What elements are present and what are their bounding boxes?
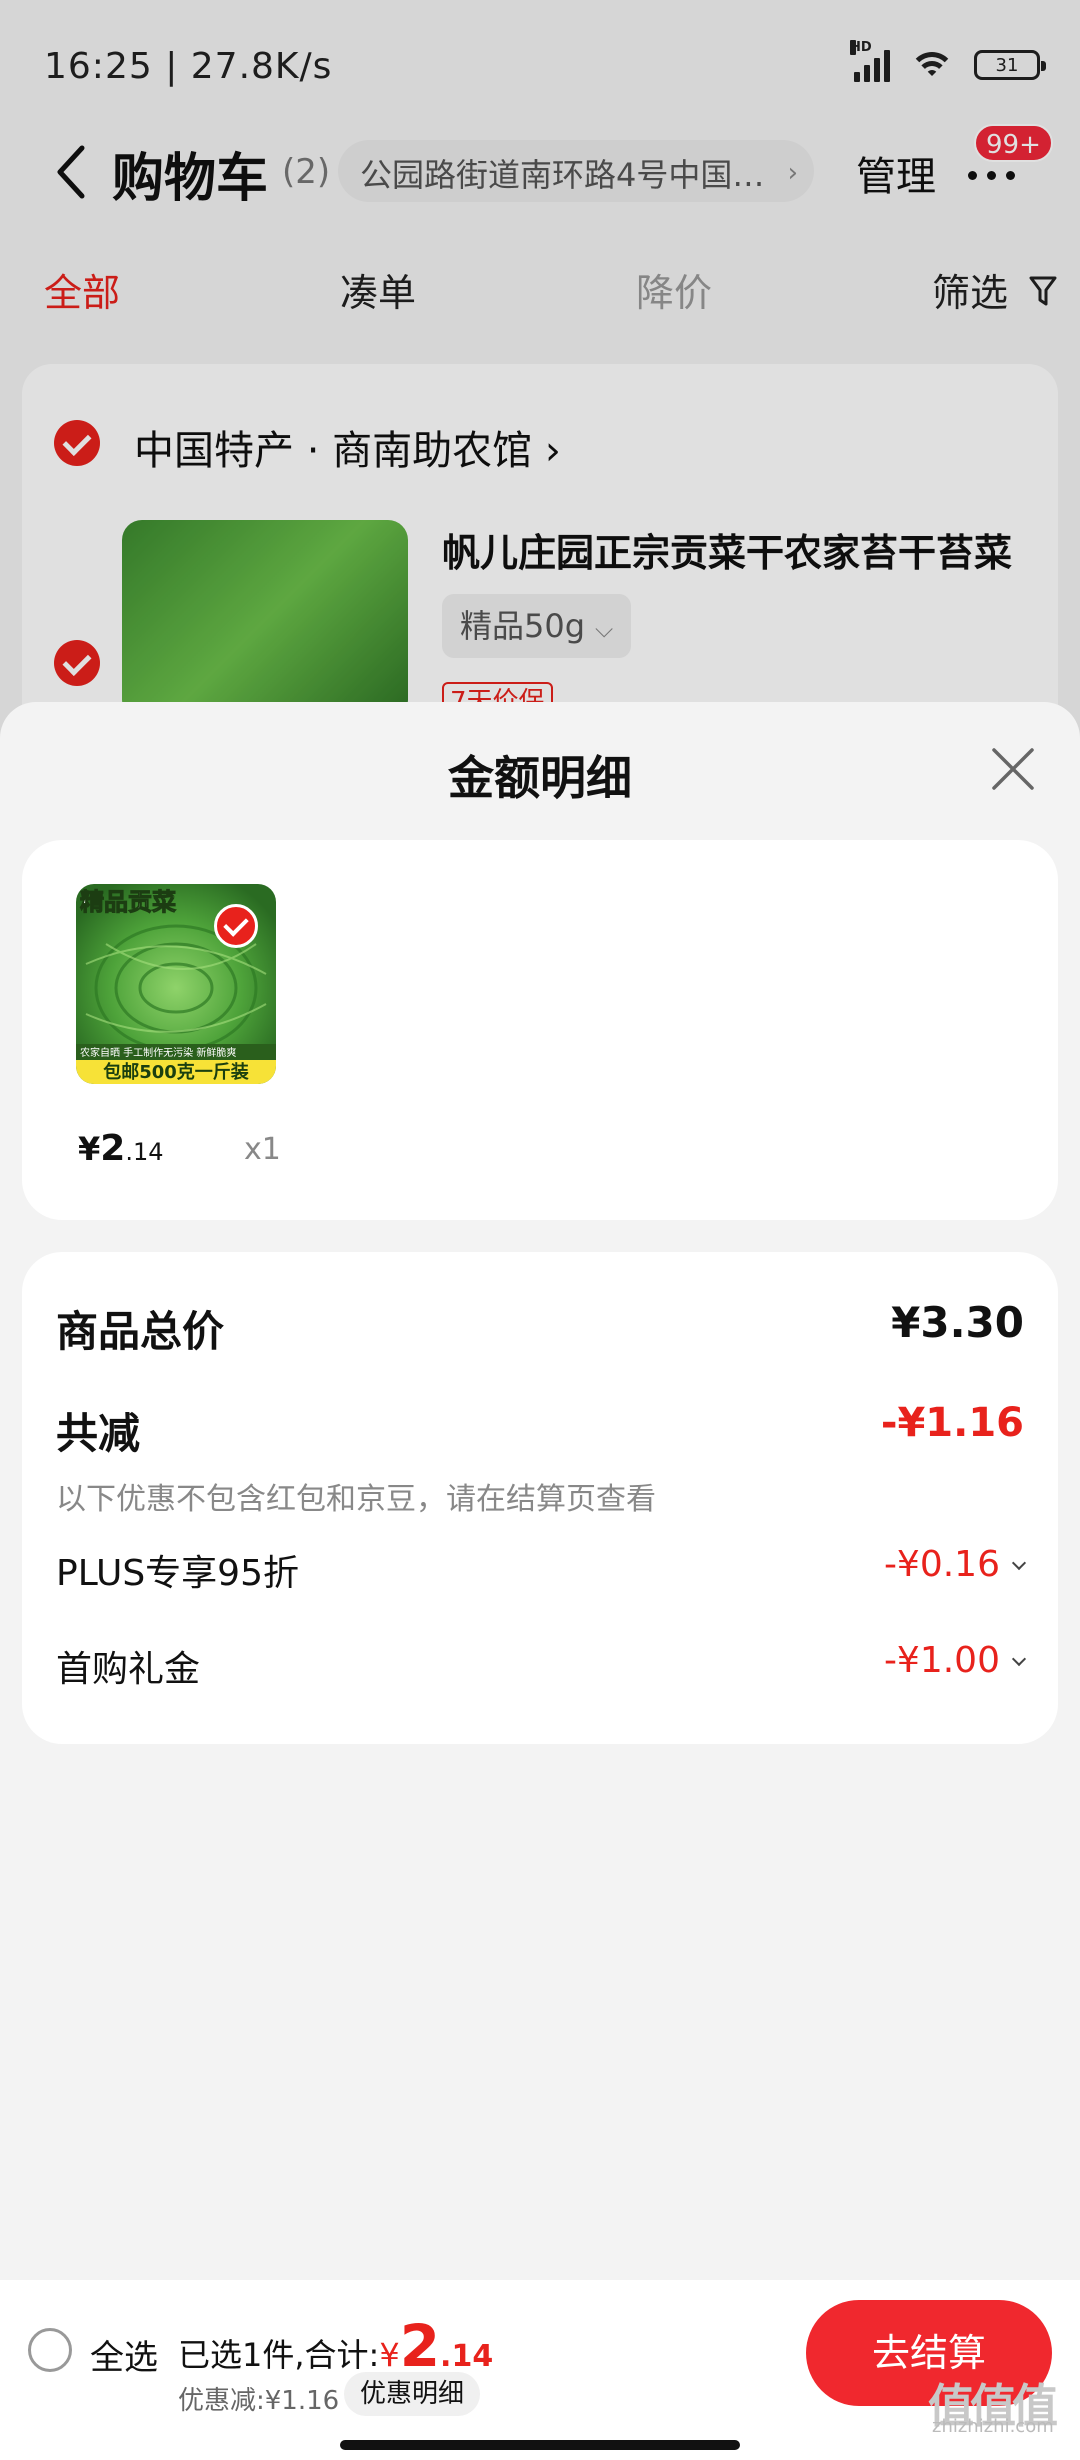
total-reduction-label: 共减 — [56, 1409, 141, 1458]
total-reduction-value: -¥1.16 — [880, 1400, 1024, 1446]
thumb-banner-text: 包邮500克一斤装 — [103, 1061, 249, 1083]
plus-discount-value: -¥0.16 — [884, 1544, 1027, 1585]
item-price: ¥2.14 — [78, 1128, 164, 1169]
chevron-down-icon — [1011, 1651, 1027, 1667]
price-summary-card: 商品总价 ¥3.30 共减 -¥1.16 以下优惠不包含红包和京豆，请在结算页查… — [22, 1252, 1058, 1744]
chevron-down-icon — [1011, 1555, 1027, 1571]
close-icon[interactable] — [990, 746, 1036, 792]
plus-discount-label: PLUS专享95折 — [56, 1553, 299, 1594]
total-price-label: 商品总价 — [56, 1307, 225, 1356]
checkout-bar: 全选 已选1件,合计:¥2.14 优惠减:¥1.16 优惠明细 去结算 — [0, 2280, 1080, 2460]
sheet-title: 金额明细 — [448, 751, 632, 805]
plus-discount-row[interactable]: PLUS专享95折 -¥0.16 — [56, 1544, 1027, 1604]
amount-detail-sheet: 金额明细 精品贡菜 农家自晒 手工制作无污染 新鲜脆爽 包邮500克一斤装 ¥2… — [0, 702, 1080, 2460]
discount-note: 以下优惠不包含红包和京豆，请在结算页查看 — [56, 1482, 656, 1517]
watermark-text: zhizhizhi.com — [932, 2416, 1054, 2437]
thumb-small-text: 农家自晒 手工制作无污染 新鲜脆爽 — [80, 1046, 236, 1059]
first-buy-gift-row[interactable]: 首购礼金 -¥1.00 — [56, 1640, 1027, 1700]
home-indicator[interactable] — [340, 2440, 740, 2450]
item-check-icon[interactable] — [214, 904, 258, 948]
discount-detail-button[interactable]: 优惠明细 — [344, 2372, 481, 2416]
total-price-row: 商品总价 ¥3.30 — [56, 1298, 1024, 1358]
selected-total: 已选1件,合计:¥2.14 — [178, 2312, 494, 2380]
first-buy-gift-label: 首购礼金 — [56, 1649, 201, 1690]
total-price-value: ¥3.30 — [891, 1298, 1024, 1347]
item-thumbnail[interactable]: 精品贡菜 农家自晒 手工制作无污染 新鲜脆爽 包邮500克一斤装 — [76, 884, 276, 1084]
thumb-title-text: 精品贡菜 — [80, 888, 176, 916]
total-reduction-row: 共减 -¥1.16 — [56, 1400, 1024, 1460]
first-buy-gift-value: -¥1.00 — [884, 1640, 1027, 1681]
select-all-checkbox[interactable] — [28, 2328, 72, 2372]
selected-items-card: 精品贡菜 农家自晒 手工制作无污染 新鲜脆爽 包邮500克一斤装 ¥2.14 x… — [22, 840, 1058, 1220]
select-all-label[interactable]: 全选 — [90, 2330, 158, 2379]
saved-amount: 优惠减:¥1.16 — [178, 2386, 340, 2416]
item-quantity: x1 — [244, 1132, 281, 1167]
